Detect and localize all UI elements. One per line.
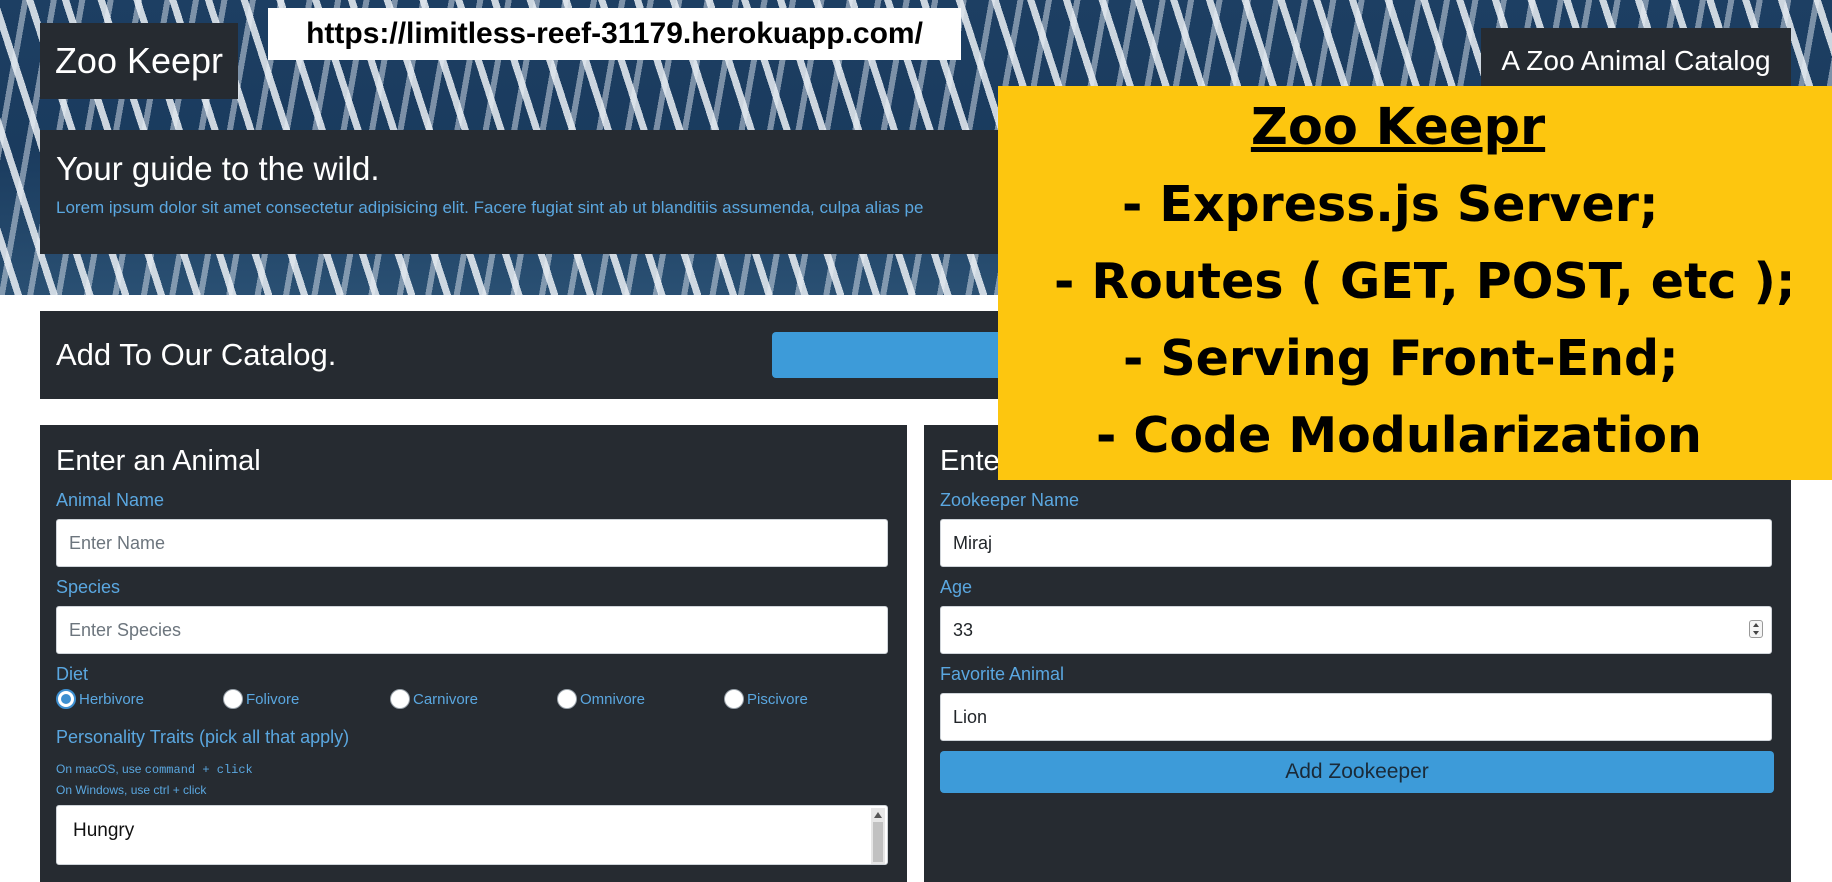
zookeeper-name-input[interactable] (940, 519, 1772, 567)
diet-option-label: Carnivore (413, 690, 479, 708)
animal-form-title: Enter an Animal (56, 445, 261, 477)
spinner-icon[interactable] (1749, 620, 1763, 638)
zookeeper-form: Ente Zookeeper Name Age Favorite Animal … (924, 425, 1791, 882)
nav-catalog-link[interactable]: A Zoo Animal Catalog (1481, 28, 1791, 94)
animal-name-input[interactable] (56, 519, 888, 567)
traits-option[interactable]: Hungry (73, 820, 134, 841)
diet-option-label: Folivore (246, 690, 300, 708)
favorite-animal-label: Favorite Animal (940, 664, 1065, 684)
brand-logo[interactable]: Zoo Keepr (40, 23, 238, 99)
diet-label: Diet (56, 664, 89, 684)
feature-overlay: Zoo Keepr - Express.js Server; - Routes … (998, 86, 1832, 480)
windows-hint: On Windows, use ctrl + click (56, 783, 207, 797)
diet-option-label: Omnivore (580, 690, 646, 708)
url-caption: https://limitless-reef-31179.herokuapp.c… (268, 8, 961, 60)
overlay-line-frontend: - Serving Front-End; (1123, 330, 1679, 387)
radio-checked-icon[interactable] (56, 689, 76, 709)
age-input[interactable] (940, 606, 1772, 654)
diet-option-label: Piscivore (747, 690, 808, 708)
diet-option-carnivore[interactable]: Carnivore (390, 689, 557, 709)
mac-hint-text: On macOS, use (56, 762, 145, 776)
diet-option-herbivore[interactable]: Herbivore (56, 689, 223, 709)
traits-select[interactable]: Hungry (56, 805, 888, 865)
traits-scrollbar[interactable] (871, 808, 885, 864)
mac-hint-code: command + click (144, 763, 253, 777)
animal-name-label: Animal Name (56, 490, 165, 510)
traits-label: Personality Traits (pick all that apply) (56, 727, 350, 747)
animal-form: Enter an Animal Animal Name Species Diet… (40, 425, 907, 882)
radio-icon[interactable] (557, 689, 577, 709)
diet-option-folivore[interactable]: Folivore (223, 689, 390, 709)
diet-option-label: Herbivore (79, 690, 145, 708)
radio-icon[interactable] (724, 689, 744, 709)
radio-icon[interactable] (390, 689, 410, 709)
age-field (940, 606, 1775, 654)
diet-option-omnivore[interactable]: Omnivore (557, 689, 724, 709)
overlay-line-routes: - Routes ( GET, POST, etc ); (1054, 253, 1796, 310)
radio-icon[interactable] (223, 689, 243, 709)
species-label: Species (56, 577, 121, 597)
overlay-line-modularization: - Code Modularization (1096, 407, 1702, 464)
overlay-title: Zoo Keepr (1250, 98, 1546, 157)
add-zookeeper-button[interactable]: Add Zookeeper (940, 751, 1774, 793)
species-input[interactable] (56, 606, 888, 654)
diet-radio-group: Herbivore Folivore Carnivore Omnivore Pi… (56, 689, 891, 709)
favorite-animal-input[interactable] (940, 693, 1772, 741)
overlay-line-express: - Express.js Server; (1122, 176, 1659, 233)
age-label: Age (940, 577, 973, 597)
zookeeper-name-label: Zookeeper Name (940, 490, 1080, 510)
diet-option-piscivore[interactable]: Piscivore (724, 689, 891, 709)
mac-hint: On macOS, use command + click (56, 762, 891, 777)
scroll-thumb[interactable] (873, 822, 883, 862)
catalog-heading: Add To Our Catalog. (56, 337, 337, 372)
scroll-up-icon[interactable] (874, 812, 882, 818)
